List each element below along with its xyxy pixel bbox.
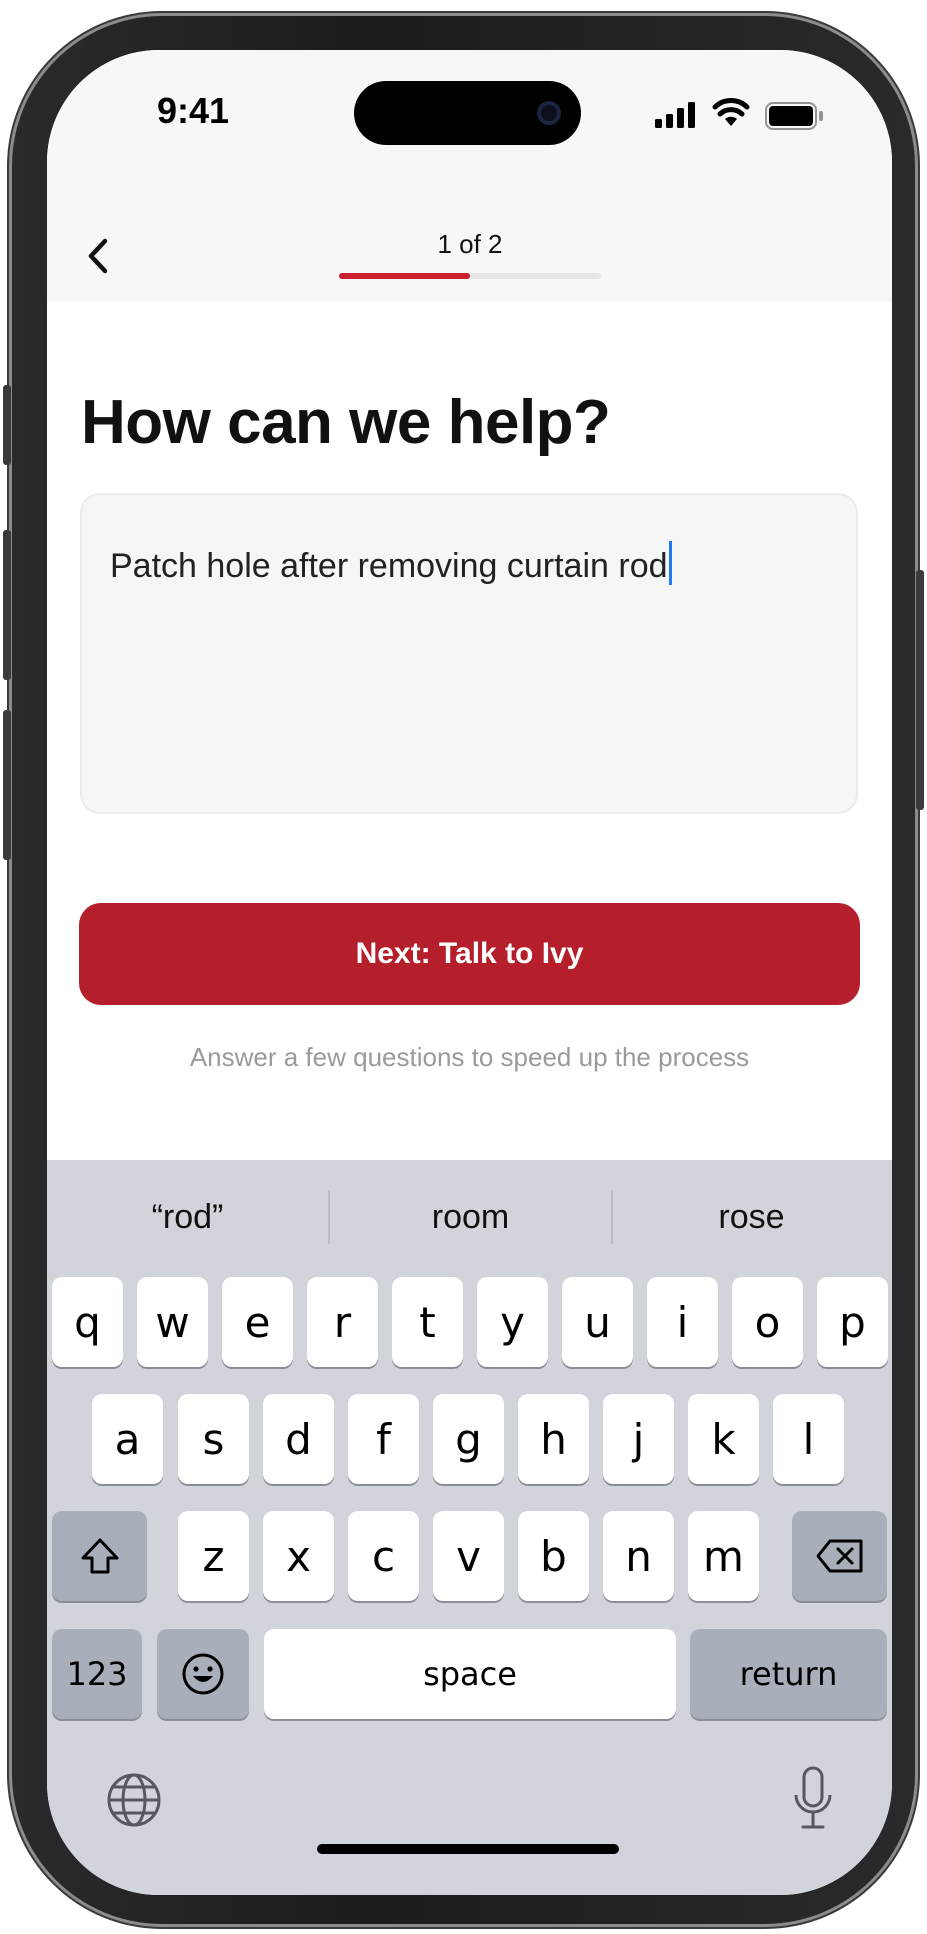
keyboard: “rod” room rose q w e r t y u i o p a s … <box>47 1160 892 1895</box>
key-s[interactable]: s <box>178 1394 249 1484</box>
key-h[interactable]: h <box>518 1394 589 1484</box>
volume-up-button <box>3 530 11 680</box>
progress-bar <box>339 273 601 279</box>
key-k[interactable]: k <box>688 1394 759 1484</box>
key-c[interactable]: c <box>348 1511 419 1601</box>
description-input[interactable]: Patch hole after removing curtain rod <box>80 493 858 814</box>
helper-text: Answer a few questions to speed up the p… <box>189 1042 750 1072</box>
key-y[interactable]: y <box>477 1277 548 1367</box>
key-d[interactable]: d <box>263 1394 334 1484</box>
numbers-key[interactable]: 123 <box>52 1629 142 1719</box>
battery-icon <box>765 102 823 130</box>
status-bar: 9:41 <box>47 50 892 155</box>
status-time: 9:41 <box>157 90 230 131</box>
emoji-key[interactable] <box>157 1629 249 1719</box>
emoji-icon <box>182 1653 224 1695</box>
delete-key[interactable] <box>792 1511 887 1601</box>
key-f[interactable]: f <box>348 1394 419 1484</box>
progress-bar-fill <box>339 273 470 279</box>
page-title: How can we help? <box>81 388 611 457</box>
key-o[interactable]: o <box>732 1277 803 1367</box>
key-q[interactable]: q <box>52 1277 123 1367</box>
suggestion-1[interactable]: “rod” <box>47 1160 328 1275</box>
globe-icon[interactable] <box>105 1771 163 1829</box>
key-r[interactable]: r <box>307 1277 378 1367</box>
suggestion-3[interactable]: rose <box>611 1160 892 1275</box>
step-indicator: 1 of 2 <box>437 229 503 259</box>
next-talk-to-ivy-button[interactable]: Next: Talk to Ivy <box>79 903 860 1005</box>
key-g[interactable]: g <box>433 1394 504 1484</box>
key-z[interactable]: z <box>178 1511 249 1601</box>
space-key[interactable]: space <box>264 1629 676 1719</box>
shift-key[interactable] <box>52 1511 147 1601</box>
power-button <box>916 570 924 810</box>
nav-bar: 1 of 2 <box>47 155 892 302</box>
key-b[interactable]: b <box>518 1511 589 1601</box>
wifi-icon <box>712 98 750 126</box>
key-j[interactable]: j <box>603 1394 674 1484</box>
back-button[interactable] <box>75 233 121 279</box>
front-camera <box>537 101 561 125</box>
delete-icon <box>816 1539 862 1573</box>
key-t[interactable]: t <box>392 1277 463 1367</box>
key-i[interactable]: i <box>647 1277 718 1367</box>
key-e[interactable]: e <box>222 1277 293 1367</box>
main-content: How can we help? Patch hole after removi… <box>47 302 892 1212</box>
key-u[interactable]: u <box>562 1277 633 1367</box>
key-n[interactable]: n <box>603 1511 674 1601</box>
shift-icon <box>81 1538 118 1574</box>
return-key[interactable]: return <box>690 1629 887 1719</box>
action-button <box>3 385 11 465</box>
description-input-value: Patch hole after removing curtain rod <box>110 547 668 585</box>
text-caret <box>668 541 672 585</box>
dynamic-island <box>354 81 581 145</box>
key-a[interactable]: a <box>92 1394 163 1484</box>
key-p[interactable]: p <box>817 1277 888 1367</box>
volume-down-button <box>3 710 11 860</box>
key-m[interactable]: m <box>688 1511 759 1601</box>
key-w[interactable]: w <box>137 1277 208 1367</box>
suggestion-2[interactable]: room <box>330 1160 611 1275</box>
key-x[interactable]: x <box>263 1511 334 1601</box>
key-v[interactable]: v <box>433 1511 504 1601</box>
phone-screen: 9:41 1 of 2 How can we help? Patch hole … <box>47 50 892 1895</box>
key-l[interactable]: l <box>773 1394 844 1484</box>
signal-icon <box>655 102 695 128</box>
home-indicator <box>317 1844 619 1854</box>
back-chevron-icon <box>88 238 108 274</box>
microphone-icon[interactable] <box>791 1765 835 1831</box>
